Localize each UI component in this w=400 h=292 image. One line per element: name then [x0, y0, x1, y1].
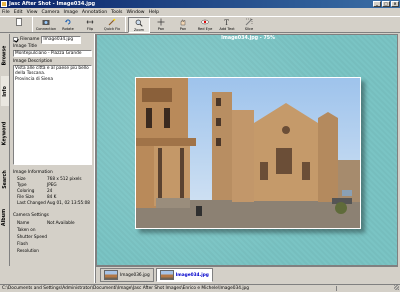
slice-icon	[245, 18, 253, 26]
camera-row-taken-on: Taken on	[17, 227, 36, 232]
info-row-file-size: File Size 84 K	[17, 194, 57, 199]
menu-help[interactable]: Help	[149, 10, 159, 15]
info-row-type: Type JPEG	[17, 182, 57, 187]
menu-annotation[interactable]: Annotation	[82, 10, 107, 15]
menu-bar: File Edit View Camera Image Annotation T…	[0, 8, 400, 16]
tab-browse[interactable]: Browse	[1, 36, 9, 74]
image-viewer[interactable]: Image034.jpg - 75%	[96, 34, 398, 266]
camera-row-resolution: Resolution	[17, 248, 39, 253]
tab-album[interactable]: Album	[1, 200, 9, 234]
flip-button[interactable]: Flip	[79, 17, 101, 33]
menu-tools[interactable]: Tools	[111, 10, 122, 15]
thumbnail-preview	[104, 270, 118, 280]
thumbnail-preview	[159, 270, 174, 280]
thumbnail-strip: Image036.jpg Image034.jpg	[96, 266, 398, 283]
menu-file[interactable]: File	[2, 10, 10, 15]
camera-row-flash: Flash	[17, 241, 28, 246]
new-button[interactable]	[8, 17, 30, 33]
image-information-label: Image Information	[13, 170, 53, 175]
viewer-caption: Image034.jpg - 75%	[221, 36, 275, 41]
menu-image[interactable]: Image	[64, 10, 78, 15]
add-text-button[interactable]: T Add Text	[216, 17, 238, 33]
filename-checkbox[interactable]	[13, 37, 18, 42]
red-eye-button[interactable]: Red Eye	[194, 17, 216, 33]
rotate-icon	[65, 19, 71, 25]
info-row-size: Size 768 x 512 pixels	[17, 176, 82, 181]
tab-search[interactable]: Search	[1, 160, 9, 198]
main-photo[interactable]	[135, 77, 361, 229]
flip-icon	[86, 20, 94, 24]
thumbnail-image036[interactable]: Image036.jpg	[100, 268, 154, 282]
new-icon	[16, 18, 22, 26]
status-path: C:\Documents and Settings\Administrator\…	[2, 286, 250, 291]
eye-icon	[201, 19, 209, 25]
camera-row-shutter: Shutter Speed	[17, 234, 48, 239]
info-row-coloring: Coloring 24	[17, 188, 53, 193]
image-title-label: Image Title	[13, 44, 38, 49]
maximize-button[interactable]: □	[382, 1, 390, 7]
left-tab-strip: Browse Info Keyword Search Album	[0, 34, 10, 266]
rotate-button[interactable]: Rotate	[57, 17, 79, 33]
window-title: Jasc After Shot - Image034.jpg	[9, 1, 96, 7]
quick-fix-button[interactable]: Quick Fix	[101, 17, 123, 33]
toolbar: Connection Rotate Flip Quick Fix Zoom Pa…	[0, 16, 400, 33]
slice-button[interactable]: Slice	[238, 17, 260, 33]
thumbnail-image034[interactable]: Image034.jpg	[155, 268, 213, 282]
image-description-label: Image Description	[13, 59, 53, 64]
resize-grip[interactable]	[394, 285, 399, 290]
photo-image	[136, 78, 360, 228]
menu-edit[interactable]: Edit	[14, 10, 23, 15]
tab-info[interactable]: Info	[1, 76, 9, 106]
svg-text:T: T	[224, 19, 229, 26]
close-button[interactable]: ×	[391, 1, 399, 7]
info-panel: Filename Image034.jpg Image Title Montep…	[11, 34, 94, 266]
image-description-field[interactable]: Vista alle città e al paese più bello de…	[13, 65, 92, 165]
image-title-field[interactable]: Montepulciano - Piazza Grande	[13, 50, 92, 57]
pan-icon	[157, 18, 165, 26]
hand-icon	[180, 19, 186, 26]
text-icon: T	[224, 19, 229, 26]
connection-button[interactable]: Connection	[35, 17, 57, 33]
pan-button[interactable]: Pan	[150, 17, 172, 33]
quickfix-icon	[108, 18, 116, 26]
status-bar: C:\Documents and Settings\Administrator\…	[0, 284, 400, 291]
menu-view[interactable]: View	[27, 10, 38, 15]
zoom-icon	[135, 19, 143, 27]
menu-window[interactable]: Window	[126, 10, 144, 15]
title-bar: Jasc After Shot - Image034.jpg _ □ ×	[0, 0, 400, 8]
info-row-last-changed: Last Changed Aug 01, 02 13:55:08	[17, 200, 90, 205]
menu-camera[interactable]: Camera	[42, 10, 60, 15]
camera-icon	[42, 20, 50, 25]
app-icon	[1, 1, 7, 7]
filename-label: Filename	[20, 37, 40, 42]
camera-row-name: Name Not Available	[17, 220, 75, 225]
camera-settings-label: Camera Settings	[13, 213, 49, 218]
tab-keyword[interactable]: Keyword	[1, 108, 9, 158]
pan2-button[interactable]: Pan	[172, 17, 194, 33]
filename-field[interactable]: Image034.jpg	[41, 35, 82, 44]
zoom-button[interactable]: Zoom	[128, 17, 150, 33]
minimize-button[interactable]: _	[373, 1, 381, 7]
